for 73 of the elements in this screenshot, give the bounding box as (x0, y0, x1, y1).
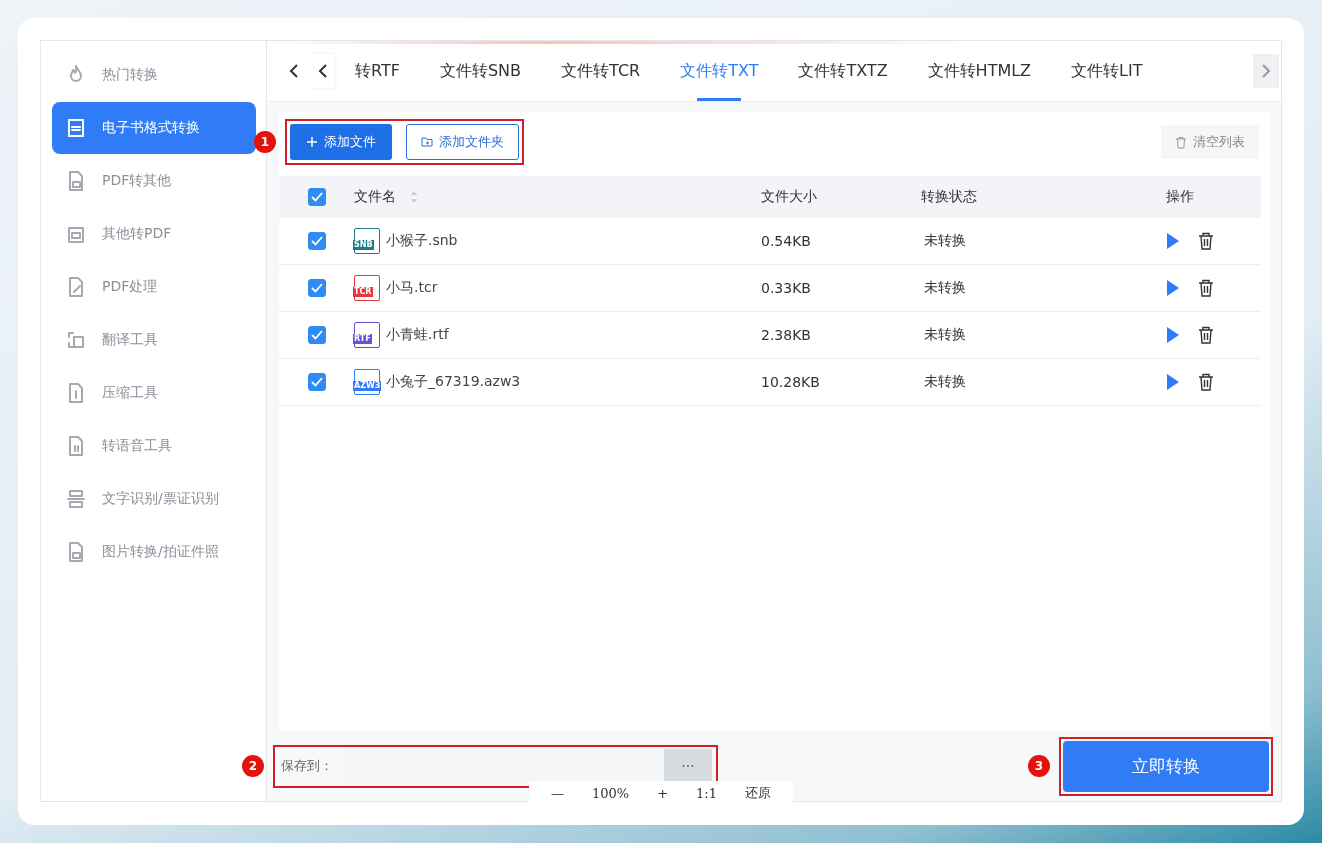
row-checkbox[interactable] (307, 232, 326, 250)
format-tab[interactable]: 文件转TXTZ (778, 41, 908, 101)
zoom-control[interactable]: — (539, 785, 576, 801)
add-folder-button[interactable]: 添加文件夹 (406, 124, 519, 160)
conversion-status: 未转换 (923, 373, 966, 389)
sidebar-item[interactable]: 压缩工具 (52, 367, 256, 419)
delete-icon[interactable] (1198, 373, 1214, 391)
sidebar-item[interactable]: 其他转PDF (52, 208, 256, 260)
trash-icon (1175, 135, 1187, 149)
conversion-status: 未转换 (923, 232, 966, 248)
sidebar-item[interactable]: PDF转其他 (52, 155, 256, 207)
format-tab[interactable]: 文件转TCR (541, 41, 661, 101)
zoom-control[interactable]: 1:1 (684, 785, 729, 801)
file-type-icon: SNB (354, 228, 380, 254)
row-checkbox[interactable] (307, 326, 326, 344)
format-tab[interactable]: 文件转TXT (660, 41, 779, 101)
zoom-control[interactable]: + (645, 785, 681, 801)
sidebar-item[interactable]: 文字识别/票证识别 (52, 473, 256, 525)
sidebar-item[interactable]: PDF处理 (52, 261, 256, 313)
delete-icon[interactable] (1198, 326, 1214, 344)
play-icon[interactable] (1166, 279, 1180, 297)
zoom-control[interactable]: 还原 (733, 784, 783, 802)
column-header: 文件名 (354, 188, 396, 206)
file-name: 小青蛙.rtf (386, 326, 449, 344)
chevron-left-icon (288, 63, 300, 79)
convert-button[interactable]: 立即转换 (1063, 740, 1269, 792)
file-size: 0.54KB (761, 233, 811, 249)
sidebar-item[interactable]: 图片转换/拍证件照 (52, 526, 256, 578)
file-size: 10.28KB (761, 374, 820, 390)
conversion-status: 未转换 (923, 279, 966, 295)
format-tab[interactable]: 文件转HTMLZ (907, 41, 1052, 101)
column-header: 文件大小 (761, 188, 817, 204)
file-name: 小兔子_67319.azw3 (386, 373, 521, 391)
play-icon[interactable] (1166, 232, 1180, 250)
clear-list-button[interactable]: 清空列表 (1161, 125, 1259, 159)
scroll-left-button[interactable] (311, 54, 335, 88)
step-badge: 2 (242, 755, 264, 777)
step-badge: 1 (254, 131, 276, 153)
format-tab[interactable]: 文件转LIT (1051, 41, 1163, 101)
row-checkbox[interactable] (307, 279, 326, 297)
category-icon (64, 487, 88, 511)
play-icon[interactable] (1166, 373, 1180, 391)
row-checkbox[interactable] (307, 373, 326, 391)
sidebar-item[interactable]: 电子书格式转换 (52, 102, 256, 154)
step-badge: 3 (1028, 755, 1050, 777)
file-size: 2.38KB (761, 327, 811, 343)
file-type-icon: RTF (354, 322, 380, 348)
scroll-right-button[interactable] (1253, 54, 1279, 88)
sidebar-item[interactable]: 转语音工具 (52, 420, 256, 472)
column-header: 操作 (1166, 188, 1194, 206)
file-type-icon: AZW3 (354, 369, 380, 395)
conversion-status: 未转换 (923, 326, 966, 342)
sidebar-item[interactable]: 热门转换 (52, 49, 256, 101)
chevron-left-icon (317, 63, 329, 79)
format-tab[interactable]: 转RTF (335, 41, 420, 101)
add-file-button[interactable]: 添加文件 (290, 124, 392, 160)
plus-icon (306, 136, 318, 148)
delete-icon[interactable] (1198, 232, 1214, 250)
file-type-icon: TCR (354, 275, 380, 301)
format-tab[interactable]: 文件转SNB (419, 41, 542, 101)
sidebar-item[interactable]: 翻译工具 (52, 314, 256, 366)
column-header: 转换状态 (921, 188, 977, 204)
select-all-checkbox[interactable] (307, 188, 326, 206)
file-name: 小马.tcr (386, 279, 438, 297)
play-icon[interactable] (1166, 326, 1180, 344)
save-label: 保存到： (281, 757, 333, 775)
zoom-control[interactable]: 100% (580, 785, 642, 801)
delete-icon[interactable] (1198, 279, 1214, 297)
file-name: 小猴子.snb (386, 232, 458, 250)
folder-icon (421, 136, 433, 148)
file-size: 0.33KB (761, 280, 811, 296)
chevron-right-icon (1260, 63, 1272, 79)
browse-button[interactable]: ··· (664, 749, 712, 783)
